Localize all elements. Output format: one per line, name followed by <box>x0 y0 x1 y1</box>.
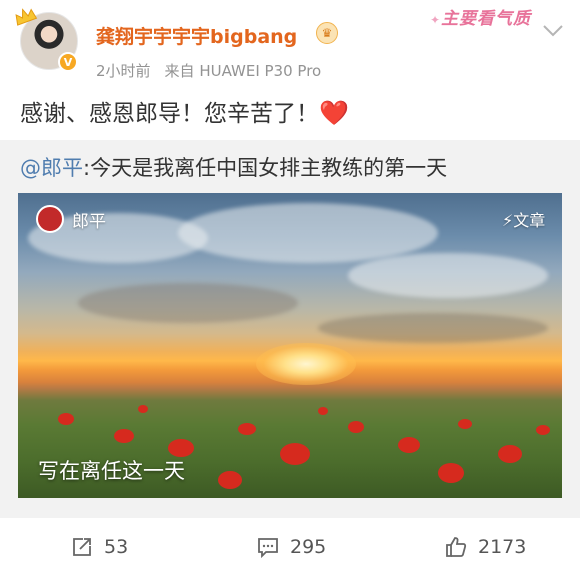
poppy <box>458 419 472 429</box>
poppy <box>138 405 148 413</box>
article-card[interactable]: 郎平 ⚡文章 写在离任这一天 <box>18 193 562 498</box>
comment-button[interactable]: 295 <box>256 532 326 562</box>
sparkle-icon: ✦ <box>430 13 442 27</box>
heart-emoji: ❤️ <box>319 99 349 127</box>
poppy <box>280 443 310 465</box>
repost-button[interactable]: 53 <box>70 532 128 562</box>
verified-icon: V <box>58 52 78 72</box>
cloud <box>318 313 548 343</box>
like-button[interactable]: 2173 <box>444 532 526 562</box>
post-header: V 龚翔宇宇宇宇bigbang ♛ 2小时前 来自 HUAWEI P30 Pro … <box>0 0 580 88</box>
cloud <box>348 253 548 298</box>
comment-icon <box>258 538 278 559</box>
post-time: 2小时前 <box>96 62 151 80</box>
poppy <box>398 437 420 453</box>
vip-badge-icon[interactable]: ♛ <box>316 22 338 44</box>
sun <box>256 343 356 385</box>
sticker-text: 主要看气质 <box>441 9 532 29</box>
like-icon <box>446 537 467 557</box>
repost-text: @郎平:今天是我离任中国女排主教练的第一天 <box>20 152 447 182</box>
poppy <box>498 445 522 463</box>
article-title[interactable]: 写在离任这一天 <box>38 455 185 485</box>
repost-body: :今天是我离任中国女排主教练的第一天 <box>83 156 448 180</box>
poppy <box>58 413 74 425</box>
comment-count: 295 <box>290 536 327 558</box>
poppy <box>536 425 550 435</box>
article-tag: ⚡文章 <box>502 207 545 231</box>
repost-count: 53 <box>104 536 129 558</box>
poppy <box>114 429 134 443</box>
article-tag-label: 文章 <box>513 211 546 230</box>
post-meta: 2小时前 来自 HUAWEI P30 Pro <box>96 60 321 81</box>
avatar-container[interactable]: V <box>15 8 78 72</box>
poppy <box>318 407 328 415</box>
cloud <box>78 283 298 323</box>
chevron-down-icon[interactable] <box>542 24 564 38</box>
post-source: 来自 HUAWEI P30 Pro <box>164 62 322 80</box>
cloud <box>178 203 438 263</box>
action-bar: 53 295 2173 <box>0 518 580 581</box>
lightning-icon: ⚡ <box>502 211 514 230</box>
post-text-body: 感谢、感恩郎导！您辛苦了！ <box>20 101 319 127</box>
poppy <box>238 423 256 435</box>
sticker-decoration: ✦主要看气质 <box>430 4 531 29</box>
poppy <box>348 421 364 433</box>
mention-link[interactable]: @郎平 <box>20 156 83 180</box>
like-count: 2173 <box>478 536 527 558</box>
share-icon <box>73 538 91 556</box>
article-author-avatar[interactable] <box>36 205 64 233</box>
poppy <box>218 471 242 489</box>
article-author[interactable]: 郎平 <box>72 207 106 232</box>
poppy <box>438 463 464 483</box>
username[interactable]: 龚翔宇宇宇宇bigbang <box>96 22 297 49</box>
repost-block[interactable]: @郎平:今天是我离任中国女排主教练的第一天 郎平 ⚡文章 写在离任这一天 <box>0 140 580 518</box>
post-text: 感谢、感恩郎导！您辛苦了！❤️ <box>20 94 349 128</box>
